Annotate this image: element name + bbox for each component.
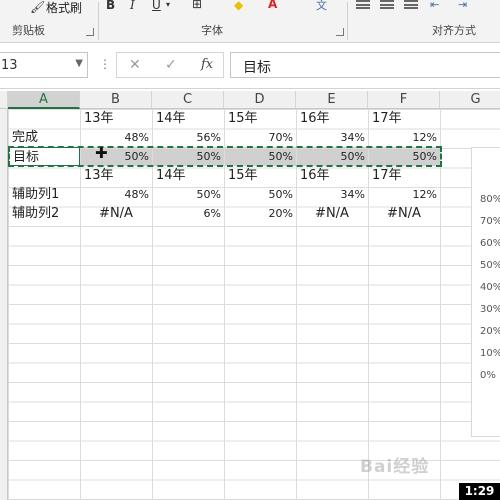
cell-f1[interactable]: 17年 — [368, 109, 440, 128]
cell-f2[interactable]: 12% — [368, 128, 440, 147]
chart-area[interactable]: 80% 70% 60% 50% 40% 30% 20% 10% 0% — [471, 147, 500, 437]
cell-d2[interactable]: 70% — [224, 128, 296, 147]
y-tick-label: 10% — [480, 348, 500, 359]
y-tick-label: 30% — [480, 304, 500, 315]
indent-icon[interactable]: ⇤ — [430, 0, 439, 12]
italic-button[interactable]: I — [130, 0, 135, 12]
y-tick-label: 80% — [480, 194, 500, 205]
cell-b2[interactable]: 48% — [80, 128, 152, 147]
indent-icon[interactable]: ⇥ — [458, 0, 467, 12]
border-icon[interactable]: ⊞ — [192, 0, 202, 11]
ribbon-separator — [347, 2, 348, 40]
chevron-down-icon[interactable]: ▾ — [166, 0, 170, 12]
alignment-group-label: 对齐方式 — [432, 24, 476, 37]
cell-grid[interactable]: 13年 14年 15年 16年 17年 完成 48% 56% 70% 34% 1… — [8, 109, 500, 500]
cell-e4[interactable]: 16年 — [296, 166, 368, 185]
formula-bar: 13 ▼ ⋮ ✕ ✓ fx 目标 — [0, 43, 500, 89]
cell-e5[interactable]: 34% — [296, 185, 368, 204]
y-tick-label: 70% — [480, 216, 500, 227]
clipboard-group-label: 剪贴板 — [12, 24, 45, 37]
cell-b4[interactable]: 13年 — [80, 166, 152, 185]
cell-c1[interactable]: 14年 — [152, 109, 224, 128]
cell-a5[interactable]: 辅助列1 — [8, 185, 80, 204]
y-tick-label: 40% — [480, 282, 500, 293]
column-header-b[interactable]: B — [80, 91, 152, 109]
column-header-g[interactable]: G — [440, 91, 500, 109]
cell-c2[interactable]: 56% — [152, 128, 224, 147]
table-row: 完成 48% 56% 70% 34% 12% — [8, 128, 500, 147]
cell-a2[interactable]: 完成 — [8, 128, 80, 147]
table-row: 13年 14年 15年 16年 17年 — [8, 109, 500, 128]
cell-a6[interactable]: 辅助列2 — [8, 204, 80, 223]
cell-b6[interactable]: #N/A — [80, 204, 152, 223]
cell-f6[interactable]: #N/A — [368, 204, 440, 223]
chevron-down-icon[interactable]: ▼ — [75, 58, 83, 69]
cell-e6[interactable]: #N/A — [296, 204, 368, 223]
cell-d1[interactable]: 15年 — [224, 109, 296, 128]
format-painter-icon[interactable]: 🖌 — [30, 0, 45, 14]
video-timestamp: 1:29 — [459, 483, 500, 500]
cell-f4[interactable]: 17年 — [368, 166, 440, 185]
insert-function-button[interactable]: fx — [201, 57, 213, 72]
fill-color-icon[interactable]: ◆ — [234, 0, 243, 12]
y-tick-label: 20% — [480, 326, 500, 337]
table-row: 辅助列2 #N/A 6% 20% #N/A #N/A — [8, 204, 500, 223]
y-tick-label: 60% — [480, 238, 500, 249]
ribbon: 🖌 格式刷 剪贴板 B I U ▾ ⊞ ◆ A 文 字体 ⇤ ⇥ 对齐方式 — [0, 0, 500, 43]
formula-input[interactable]: 目标 — [230, 52, 500, 78]
underline-button[interactable]: U — [152, 0, 161, 12]
cell-c5[interactable]: 50% — [152, 185, 224, 204]
cell-e1[interactable]: 16年 — [296, 109, 368, 128]
column-header-d[interactable]: D — [224, 91, 296, 109]
column-header-e[interactable]: E — [296, 91, 368, 109]
cell-a4[interactable] — [8, 166, 80, 185]
font-launcher-icon[interactable] — [336, 28, 344, 36]
align-center-icon[interactable] — [380, 0, 394, 9]
align-left-icon[interactable] — [356, 0, 370, 9]
phonetic-button[interactable]: 文 — [316, 0, 327, 13]
column-header-a[interactable]: A — [8, 91, 80, 109]
formula-buttons: ✕ ✓ fx — [116, 52, 224, 78]
cell-a1[interactable] — [8, 109, 80, 128]
watermark: Bai经验 — [360, 457, 430, 477]
font-color-button[interactable]: A — [268, 0, 277, 11]
font-group-label: 字体 — [201, 24, 223, 37]
column-header-c[interactable]: C — [152, 91, 224, 109]
clipboard-launcher-icon[interactable] — [86, 28, 94, 36]
column-header-corner[interactable] — [0, 91, 8, 109]
enter-icon[interactable]: ✓ — [165, 57, 177, 73]
cell-d4[interactable]: 15年 — [224, 166, 296, 185]
column-header-f[interactable]: F — [368, 91, 440, 109]
table-row: 13年 14年 15年 16年 17年 — [8, 166, 500, 185]
cancel-icon[interactable]: ✕ — [129, 57, 141, 73]
cell-e2[interactable]: 34% — [296, 128, 368, 147]
name-box-value: 13 — [1, 58, 18, 73]
align-right-icon[interactable] — [404, 0, 418, 9]
row-headers[interactable] — [0, 109, 8, 500]
y-tick-label: 50% — [480, 260, 500, 271]
format-painter-button[interactable]: 格式刷 — [46, 1, 82, 15]
bold-button[interactable]: B — [106, 0, 115, 12]
table-row: 辅助列1 48% 50% 50% 34% 12% — [8, 185, 500, 204]
cell-c4[interactable]: 14年 — [152, 166, 224, 185]
cell-d6[interactable]: 20% — [224, 204, 296, 223]
formula-value: 目标 — [243, 60, 271, 76]
more-icon[interactable]: ⋮ — [99, 58, 111, 70]
ribbon-separator — [98, 2, 99, 40]
cell-d5[interactable]: 50% — [224, 185, 296, 204]
cell-b1[interactable]: 13年 — [80, 109, 152, 128]
cell-b5[interactable]: 48% — [80, 185, 152, 204]
cell-cursor-icon: ✚ — [95, 144, 108, 162]
cell-f5[interactable]: 12% — [368, 185, 440, 204]
copy-marquee — [8, 146, 442, 167]
column-headers: A B C D E F G — [0, 91, 500, 109]
name-box[interactable]: 13 ▼ — [0, 52, 88, 78]
y-tick-label: 0% — [480, 370, 496, 381]
cell-c6[interactable]: 6% — [152, 204, 224, 223]
